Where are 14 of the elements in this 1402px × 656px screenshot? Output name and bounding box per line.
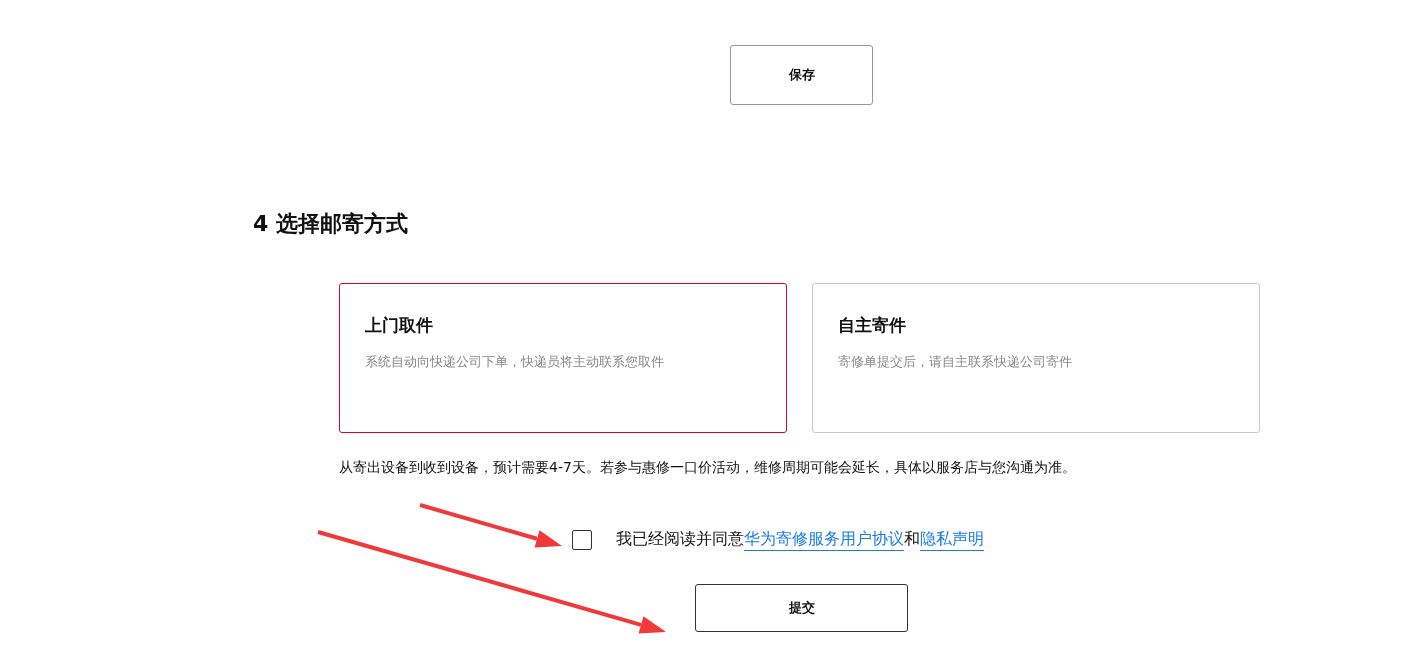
option-title: 自主寄件 [838,314,907,337]
section-heading: 4 选择邮寄方式 [253,210,409,238]
shipping-option-card[interactable]: 上门取件 系统自动向快递公司下单，快递员将主动联系您取件 [339,283,787,433]
option-description: 寄修单提交后，请自主联系快递公司寄件 [838,353,1073,371]
save-button[interactable]: 保存 [730,45,873,105]
option-title: 上门取件 [365,314,434,337]
shipping-option-card[interactable]: 自主寄件 寄修单提交后，请自主联系快递公司寄件 [812,283,1260,433]
agreement-checkbox[interactable] [572,529,592,550]
option-description: 系统自动向快递公司下单，快递员将主动联系您取件 [365,353,665,371]
privacy-link[interactable]: 隐私声明 [920,529,984,551]
submit-button[interactable]: 提交 [695,584,908,632]
agreement-text: 我已经阅读并同意华为寄修服务用户协议和隐私声明 [616,529,984,550]
delivery-note: 从寄出设备到收到设备，预计需要4-7天。若参与惠修一口价活动，维修周期可能会延长，具体以服务店与您沟通为准。 [339,459,1077,477]
user-agreement-link[interactable]: 华为寄修服务用户协议 [744,529,904,551]
